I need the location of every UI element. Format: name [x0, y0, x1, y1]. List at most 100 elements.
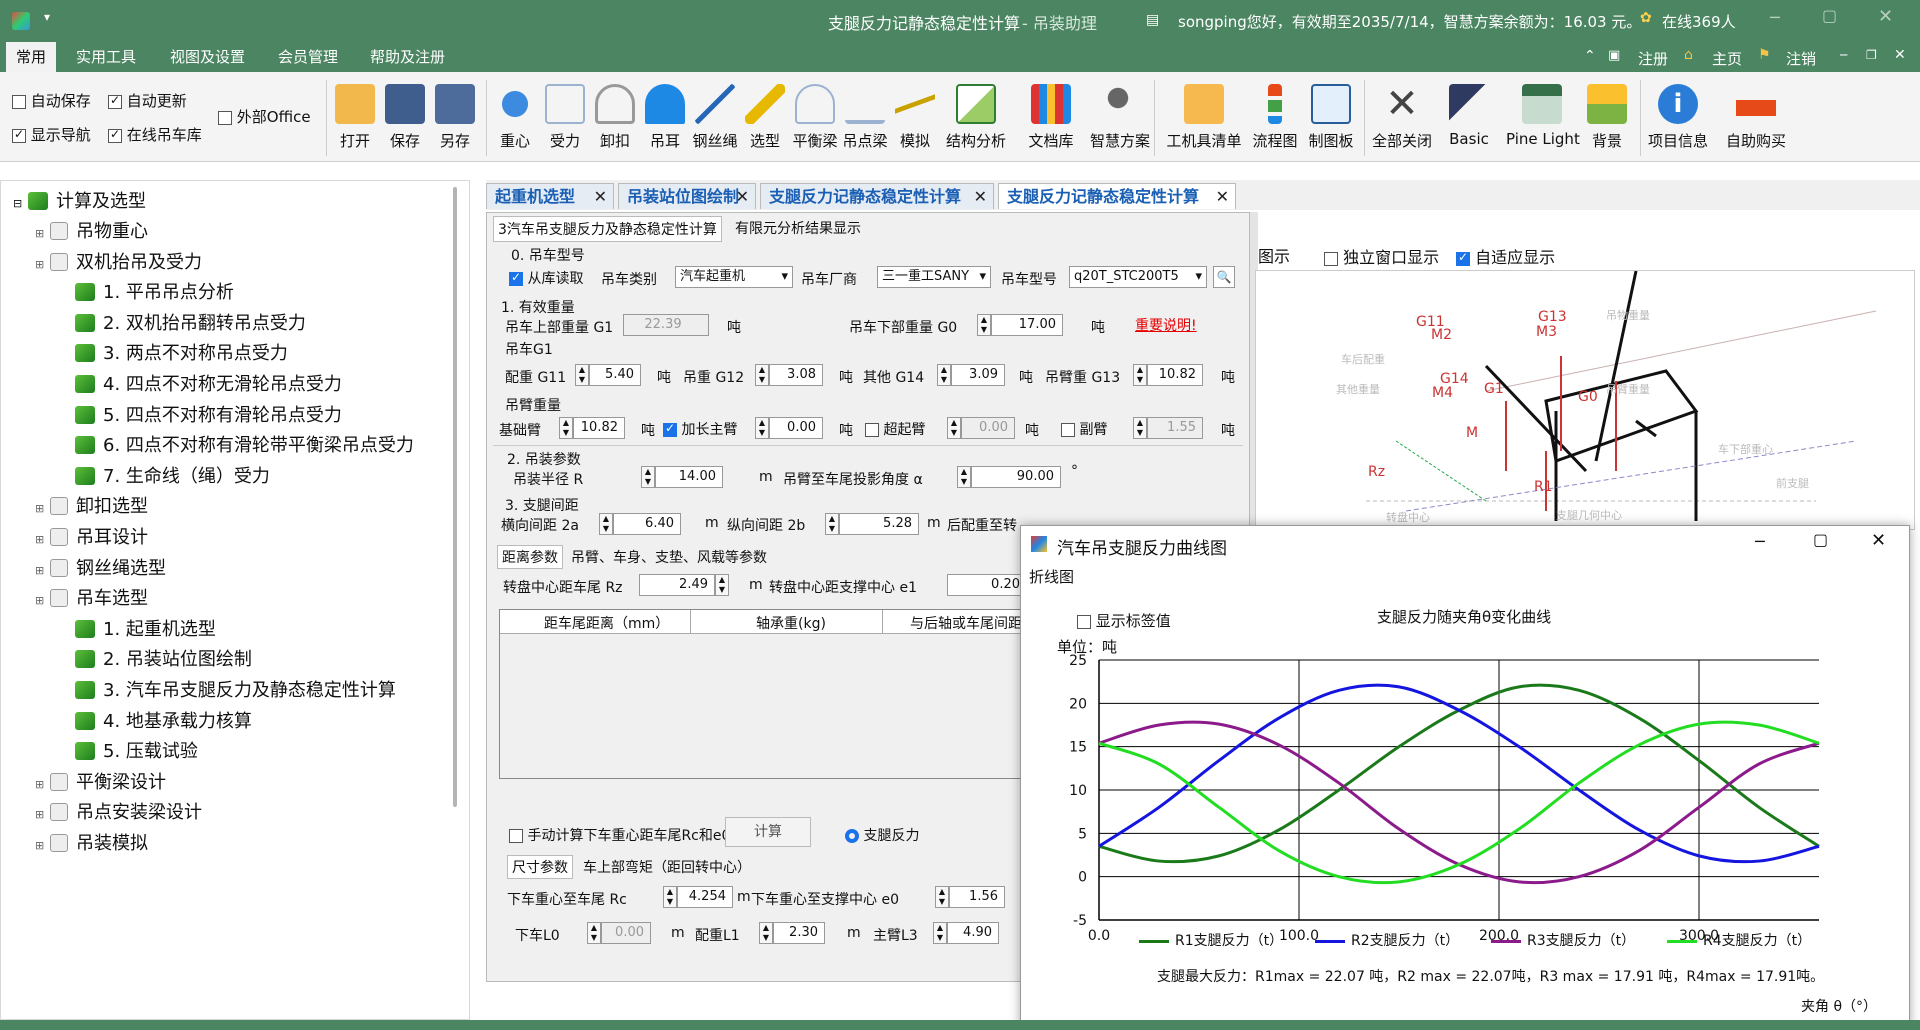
office-checkbox[interactable] [218, 110, 232, 125]
selection-button[interactable]: 选型 [740, 84, 790, 156]
g14-input[interactable]: 3.09 [951, 364, 1005, 386]
model-select[interactable]: q20T_STC200T5 [1069, 266, 1207, 288]
collapse-icon[interactable]: ⊟ [13, 197, 22, 210]
g0-input[interactable]: 17.00 [991, 314, 1063, 336]
l3-spinner[interactable]: ▲ ▼ [933, 922, 947, 944]
l0-input[interactable]: 0.00 [601, 922, 651, 944]
tree-item[interactable]: 5. 四点不对称有滑轮吊点受力 [75, 401, 342, 427]
l3-input[interactable]: 4.90 [947, 922, 999, 944]
subtab-outrigger[interactable]: 3汽车吊支腿反力及静态稳定性计算 [493, 216, 722, 242]
g14-spinner[interactable]: ▲ ▼ [937, 364, 951, 386]
adaptive-display-option[interactable]: 自适应显示 [1456, 244, 1555, 268]
base-boom-input[interactable]: 10.82 [573, 417, 625, 439]
expand-icon[interactable]: ⊞ [35, 778, 44, 791]
autosave-checkbox[interactable] [12, 94, 26, 109]
option-online-lib[interactable]: 在线吊车库 [108, 124, 202, 145]
tree-item[interactable]: 6. 四点不对称有滑轮带平衡梁吊点受力 [75, 431, 414, 457]
popup-tab-linechart[interactable]: 折线图 [1029, 566, 1074, 587]
tree-item[interactable]: 1. 起重机选型 [75, 615, 216, 641]
ext-boom-spinner[interactable]: ▲ ▼ [755, 417, 769, 439]
doc-tab-crane[interactable]: 起重机选型 ✕ [486, 183, 614, 209]
manual-calc-checkbox[interactable] [509, 829, 523, 843]
l1-spinner[interactable]: ▲ ▼ [759, 922, 773, 944]
menu-tab-view[interactable]: 视图及设置 [160, 42, 255, 72]
show-values-checkbox[interactable] [1077, 614, 1091, 629]
e0-input[interactable]: 1.56 [949, 886, 1005, 908]
theme-pine-button[interactable]: Pine Light [1506, 84, 1580, 156]
autoupdate-checkbox[interactable] [108, 93, 122, 109]
open-button[interactable]: 打开 [330, 84, 380, 156]
expand-icon[interactable]: ⊞ [35, 808, 44, 821]
doc-tab-outrigger-1[interactable]: 支腿反力记静态稳定性计算 ✕ [760, 183, 994, 209]
expand-icon[interactable]: ⊞ [35, 594, 44, 607]
radius-input[interactable]: 14.00 [655, 466, 723, 488]
table-col-distance[interactable]: 距车尾距离（mm） [544, 613, 669, 633]
lateral-span-input[interactable]: 6.40 [613, 513, 681, 535]
standalone-window-option[interactable]: 独立窗口显示 [1324, 244, 1439, 268]
e0-spinner[interactable]: ▲ ▼ [935, 886, 949, 908]
g11-spinner[interactable]: ▲ ▼ [575, 364, 589, 386]
expand-icon[interactable]: ⊞ [35, 258, 44, 271]
calculate-button[interactable]: 计算 [725, 817, 811, 847]
tab-close-icon[interactable]: ✕ [1216, 184, 1229, 210]
close-all-button[interactable]: ✕ 全部关闭 [1370, 84, 1434, 156]
close-button[interactable]: ✕ [1878, 6, 1893, 27]
drawing-board-button[interactable]: 制图板 [1306, 84, 1356, 156]
doc-lib-button[interactable]: 文档库 [1026, 84, 1076, 156]
popup-close-button[interactable]: ✕ [1871, 530, 1886, 551]
rz-spinner[interactable]: ▲ ▼ [715, 574, 729, 596]
purchase-button[interactable]: 自助购买 [1724, 84, 1788, 156]
tab-close-icon[interactable]: ✕ [594, 184, 607, 210]
menu-tab-common[interactable]: 常用 [6, 42, 57, 72]
ext-boom-checkbox[interactable] [663, 421, 677, 437]
g0-spinner[interactable]: ▲ ▼ [977, 314, 991, 336]
project-info-button[interactable]: i 项目信息 [1646, 84, 1710, 156]
important-note-link[interactable]: 重要说明! [1135, 315, 1197, 335]
tree-item[interactable]: 5. 压载试验 [75, 737, 198, 763]
spreader-button[interactable]: 平衡梁 [790, 84, 840, 156]
mdi-minimize-button[interactable]: ─ [1840, 48, 1847, 62]
radio-selected-icon[interactable] [845, 829, 859, 843]
tree-item[interactable]: ⊞ 吊车选型 [35, 584, 148, 610]
search-model-button[interactable]: 🔍 [1213, 266, 1235, 288]
wire-rope-button[interactable]: 钢丝绳 [690, 84, 740, 156]
l1-input[interactable]: 2.30 [773, 922, 825, 944]
moment-tab[interactable]: 车上部弯矩（距回转中心） [583, 857, 751, 877]
collapse-ribbon-icon[interactable]: ⌃ [1584, 48, 1596, 64]
show-values-option[interactable]: 显示标签值 [1077, 610, 1171, 631]
tree-item[interactable]: 3. 汽车吊支腿反力及静态稳定性计算 [75, 676, 396, 702]
g11-input[interactable]: 5.40 [589, 364, 641, 386]
angle-spinner[interactable]: ▲ ▼ [957, 466, 971, 488]
super-lift-input[interactable]: 0.00 [961, 417, 1015, 439]
ext-boom-option[interactable]: 加长主臂 [663, 419, 737, 439]
tree-item[interactable]: 2. 吊装站位图绘制 [75, 645, 252, 671]
nav-checkbox[interactable] [12, 127, 26, 143]
online-lib-checkbox[interactable] [108, 127, 122, 143]
from-lib-option[interactable]: 从库读取 [509, 268, 583, 288]
register-link[interactable]: 注册 [1638, 48, 1668, 69]
param-tab-distance[interactable]: 距离参数 [497, 545, 563, 569]
save-button[interactable]: 保存 [380, 84, 430, 156]
tree-item[interactable]: 3. 两点不对称吊点受力 [75, 339, 288, 365]
rc-input[interactable]: 4.254 [677, 886, 733, 908]
expand-icon[interactable]: ⊞ [35, 564, 44, 577]
expand-icon[interactable]: ⊞ [35, 839, 44, 852]
force-button[interactable]: 受力 [540, 84, 590, 156]
quick-access-dropdown-icon[interactable]: ▾ [44, 10, 50, 24]
tree-item[interactable]: ⊞ 吊点安装梁设计 [35, 798, 202, 824]
smart-plan-button[interactable]: 智慧方案 [1090, 84, 1150, 156]
background-button[interactable]: 背景 [1582, 84, 1632, 156]
g13-input[interactable]: 10.82 [1147, 364, 1203, 386]
tree-scrollbar[interactable] [453, 187, 457, 807]
tree-item[interactable]: 1. 平吊吊点分析 [75, 278, 234, 304]
super-lift-spinner[interactable]: ▲ ▼ [947, 417, 961, 439]
expand-icon[interactable]: ⊞ [35, 533, 44, 546]
tree-item[interactable]: 2. 双机抬吊翻转吊点受力 [75, 309, 306, 335]
tool-list-button[interactable]: 工机具清单 [1166, 84, 1242, 156]
base-boom-spinner[interactable]: ▲ ▼ [559, 417, 573, 439]
tree-item[interactable]: ⊞ 吊物重心 [35, 217, 148, 243]
mdi-close-button[interactable]: ✕ [1894, 47, 1906, 63]
standalone-checkbox[interactable] [1324, 251, 1338, 266]
g13-spinner[interactable]: ▲ ▼ [1133, 364, 1147, 386]
tree-root[interactable]: ⊟ 计算及选型 [13, 187, 146, 213]
